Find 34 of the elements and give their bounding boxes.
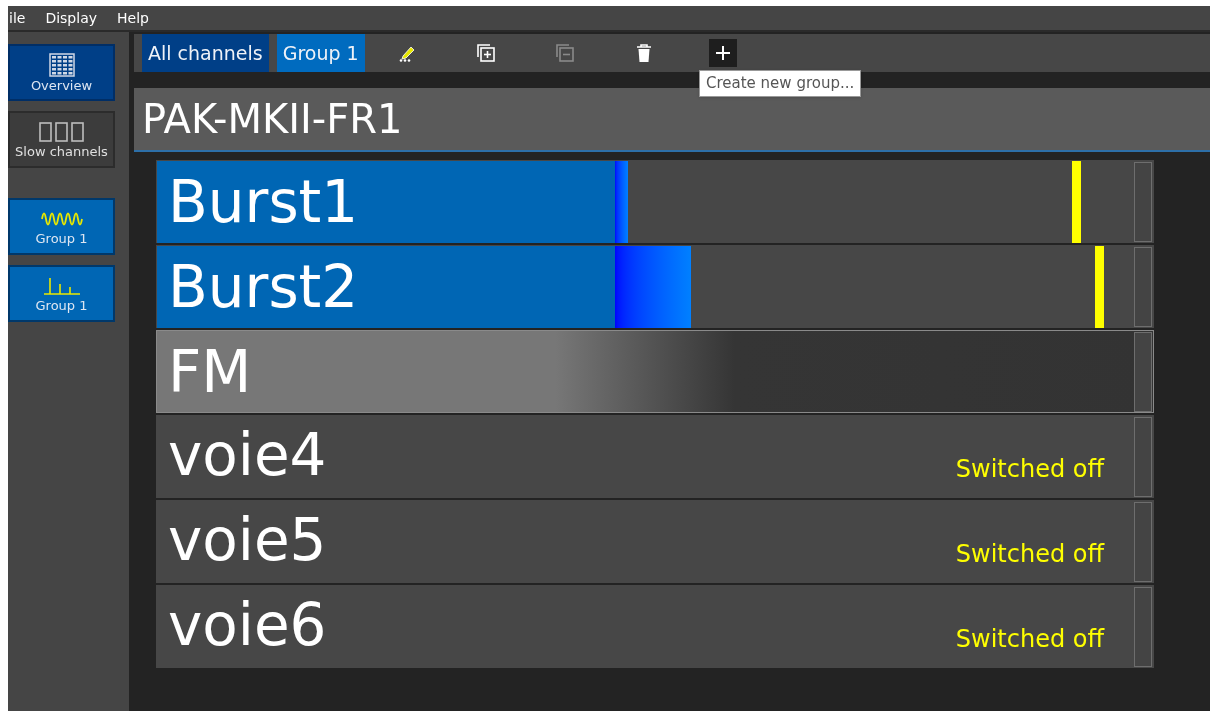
copy-minus-icon [554,43,575,63]
channel-name: Burst1 [157,160,615,243]
sidebar-button[interactable]: Group 1 [8,198,115,255]
menu-item[interactable]: Display [44,7,98,29]
channel-row[interactable]: voie5 Switched off [156,500,1154,583]
status-text: Switched off [955,539,1104,570]
channel-name: Burst2 [157,245,615,328]
channel-row[interactable]: FM [156,330,1154,413]
channel-name: voie5 [167,505,327,569]
grid-icon [48,53,75,77]
pencil-icon [397,44,416,62]
channel-row[interactable]: Burst2 [156,245,1154,328]
channel-row[interactable]: voie4 Switched off [156,415,1154,498]
sidebar-button[interactable]: Slow channels [8,111,115,168]
tooltip: Create new group... [699,70,862,97]
channel-row[interactable]: Burst1 [156,160,1154,243]
channel-name: voie4 [167,420,327,484]
status-text: Switched off [955,624,1104,655]
digits-icon [37,121,86,143]
menu-item[interactable]: Help [116,7,150,29]
channel-row[interactable]: voie6 Switched off [156,585,1154,668]
trash-icon [635,43,652,63]
tab[interactable]: Group 1 [276,34,365,72]
pulse-icon [41,275,82,297]
toolbar-button[interactable] [708,39,737,67]
channel-name: voie6 [167,590,327,654]
channel-name: FM [167,342,253,401]
copy-plus-icon [475,43,496,63]
plus-icon [713,44,732,62]
menu-item[interactable]: ile [8,7,27,29]
sidebar-button[interactable]: Overview [8,44,115,101]
status-text: Switched off [955,454,1104,485]
sidebar-button[interactable]: Group 1 [8,265,115,322]
tab[interactable]: All channels [142,34,269,72]
